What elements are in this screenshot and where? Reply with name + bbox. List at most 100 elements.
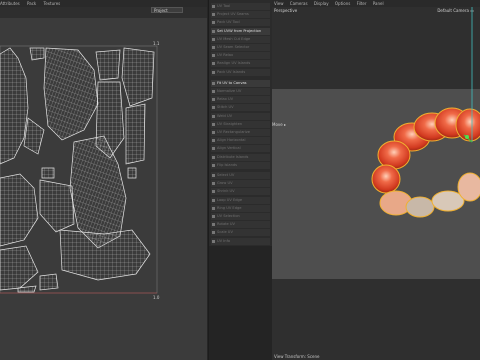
- tool-label: UV Relax: [217, 53, 234, 58]
- tool-item[interactable]: UV Tool: [211, 3, 270, 10]
- project-dropdown[interactable]: Project: [151, 7, 183, 13]
- tool-item[interactable]: Set UVW from Projection: [211, 27, 270, 35]
- tool-icon: [212, 106, 215, 110]
- tool-label: Stitch UV: [217, 105, 234, 110]
- tool-icon: [212, 90, 215, 93]
- tool-icon: [212, 190, 215, 194]
- tool-label: Align Vertical: [217, 146, 241, 151]
- tool-item[interactable]: Normalize UV: [211, 88, 270, 95]
- tool-label: Set UVW from Projection: [217, 28, 262, 33]
- tool-icon: [212, 139, 215, 143]
- tool-icon: [212, 98, 215, 102]
- tool-icon: [212, 46, 215, 49]
- tool-icon: [212, 174, 215, 177]
- tool-item[interactable]: Rotate UV: [211, 221, 270, 229]
- menu-pack[interactable]: Pack: [27, 1, 36, 6]
- tool-icon: [212, 163, 215, 167]
- tool-icon: [212, 215, 215, 218]
- viewport-scene[interactable]: Perspective Default Camera ▭ Move ▸ View…: [272, 7, 480, 360]
- tool-item[interactable]: Pack UV Islands: [211, 68, 270, 76]
- tool-icon: [212, 223, 215, 227]
- tool-item[interactable]: Align Vertical: [211, 145, 270, 153]
- tool-item[interactable]: UV Rectangularize: [211, 129, 270, 136]
- tool-label: Weld UV: [217, 113, 233, 118]
- viewport-menubar: View Cameras Display Options Filter Pane…: [272, 0, 480, 7]
- tool-label: UV Mesh Cut Edge: [217, 36, 251, 41]
- gizmo-handle[interactable]: [465, 135, 469, 139]
- uv-tools-panel: UV Tool Project UV Seams Pack UV Tool Set U…: [208, 0, 272, 360]
- tool-item[interactable]: Distribute Islands: [211, 153, 270, 161]
- tool-label: UV Straighten: [217, 121, 243, 126]
- tool-label: UV Selection: [217, 214, 240, 218]
- menu-cameras[interactable]: Cameras: [290, 1, 308, 6]
- tool-item[interactable]: Align Horizontal: [211, 137, 270, 145]
- tool-icon: [212, 131, 215, 134]
- tool-item[interactable]: UV Relax: [211, 52, 270, 60]
- tool-item[interactable]: UV Info: [211, 237, 270, 245]
- tool-item[interactable]: Grow UV: [211, 180, 270, 188]
- tool-item[interactable]: Pack UV Tool: [211, 19, 270, 27]
- 3d-viewport: View Cameras Display Options Filter Pane…: [272, 0, 480, 360]
- tool-icon: [212, 147, 215, 151]
- uv-editor-panel: Attributes Pack Textures Project 1.1 1.0: [0, 0, 207, 360]
- shrimp-body: [371, 107, 480, 218]
- tool-icon: [212, 182, 215, 186]
- tool-label: UV Seam Selector: [217, 45, 250, 49]
- menu-view[interactable]: View: [274, 1, 284, 6]
- tool-label: UV Tool: [217, 4, 231, 8]
- project-label: Project: [154, 8, 168, 13]
- tool-icon: [212, 37, 215, 41]
- tool-item[interactable]: Realign UV Islands: [211, 60, 270, 68]
- tool-icon: [212, 231, 215, 235]
- tool-label: Realign UV Islands: [217, 61, 251, 66]
- tool-icon: [212, 122, 215, 126]
- tool-label: Ring UV Edge: [217, 205, 242, 210]
- menu-options[interactable]: Options: [335, 1, 350, 6]
- tool-item[interactable]: UV Mesh Cut Edge: [211, 35, 270, 43]
- view-transform-label: View Transform: Scene: [274, 354, 320, 359]
- tool-label: Project UV Seams: [217, 12, 249, 17]
- tool-icon: [212, 198, 215, 202]
- tool-label: Pack UV Islands: [217, 69, 246, 74]
- tool-item[interactable]: UV Straighten: [211, 120, 270, 128]
- tool-item[interactable]: Weld UV: [211, 112, 270, 120]
- uv-toolbar: Project: [0, 7, 207, 18]
- uv-bottom-right-label: 1.0: [153, 295, 160, 300]
- tool-label: Flip Islands: [217, 162, 238, 167]
- tool-label: UV Info: [217, 238, 231, 243]
- uv-islands: [0, 47, 155, 293]
- tool-label: Fit UV to Canvas: [217, 80, 247, 85]
- tool-item[interactable]: UV Seam Selector: [211, 44, 270, 51]
- tool-item[interactable]: Select UV: [211, 172, 270, 179]
- tool-item[interactable]: Project UV Seams: [211, 11, 270, 19]
- tool-item[interactable]: Scale UV: [211, 229, 270, 237]
- tool-label: Shrink UV: [217, 189, 235, 194]
- uv-layout: 1.1 1.0: [0, 41, 160, 300]
- tool-item[interactable]: Loop UV Edge: [211, 196, 270, 204]
- shrimp-model[interactable]: [272, 7, 480, 360]
- tool-icon: [212, 114, 215, 118]
- tool-item[interactable]: Fit UV to Canvas: [211, 79, 270, 87]
- uv-top-right-label: 1.1: [153, 41, 160, 46]
- tool-item[interactable]: Relax UV: [211, 96, 270, 104]
- tool-item[interactable]: Stitch UV: [211, 104, 270, 112]
- tool-icon: [212, 13, 215, 17]
- menu-display[interactable]: Display: [314, 1, 329, 6]
- tool-icon: [212, 62, 215, 66]
- tool-label: Normalize UV: [217, 89, 242, 93]
- menu-textures[interactable]: Textures: [44, 1, 61, 6]
- menu-panel[interactable]: Panel: [373, 1, 384, 6]
- tool-label: Rotate UV: [217, 222, 235, 227]
- tool-icon: [212, 155, 215, 159]
- menu-attributes[interactable]: Attributes: [0, 1, 20, 6]
- menu-filter[interactable]: Filter: [357, 1, 367, 6]
- tool-label: Select UV: [217, 173, 235, 177]
- tools-panel-empty-area: [209, 246, 272, 360]
- tool-item[interactable]: Shrink UV: [211, 188, 270, 196]
- tool-item[interactable]: Ring UV Edge: [211, 204, 270, 212]
- uv-canvas[interactable]: 1.1 1.0: [0, 18, 207, 360]
- tool-item[interactable]: UV Selection: [211, 213, 270, 220]
- tool-icon: [212, 81, 215, 85]
- tool-item[interactable]: Flip Islands: [211, 161, 270, 169]
- tool-icon: [212, 5, 215, 8]
